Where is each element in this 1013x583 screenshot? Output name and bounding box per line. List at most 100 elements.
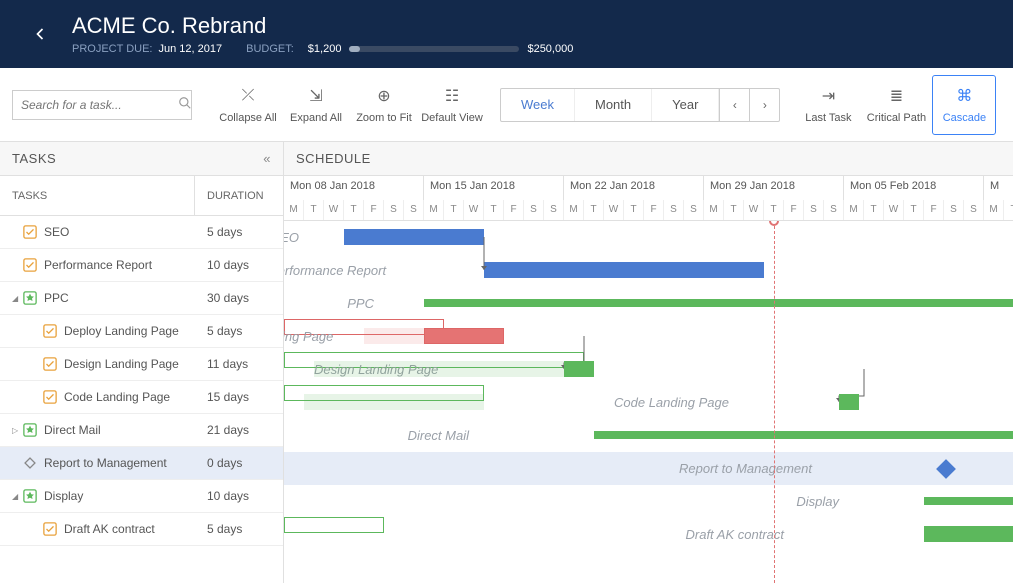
task-duration: 30 days <box>195 291 283 305</box>
task-duration: 10 days <box>195 258 283 272</box>
back-button[interactable] <box>16 10 64 58</box>
check-icon <box>43 324 57 338</box>
search-input[interactable] <box>12 90 192 120</box>
day-header: F <box>364 200 384 220</box>
gantt-task-label: Performance Report <box>284 254 369 287</box>
gantt-bar[interactable] <box>839 394 859 410</box>
week-header: Mon 05 Feb 2018 <box>844 176 984 200</box>
task-row[interactable]: ◢ PPC 30 days <box>0 282 283 315</box>
task-name: Code Landing Page <box>64 390 170 404</box>
day-header: M <box>844 200 864 220</box>
gantt-row: PPC <box>284 287 1013 320</box>
default-view-button[interactable]: ☷Default View <box>420 75 484 135</box>
gantt-row: Display <box>284 485 1013 518</box>
range-month[interactable]: Month <box>575 89 652 121</box>
gantt-row: SEO <box>284 221 1013 254</box>
gantt-bar[interactable] <box>424 299 1013 307</box>
zoom-fit-button[interactable]: ⊕Zoom to Fit <box>352 75 416 135</box>
range-prev[interactable]: ‹ <box>719 89 749 121</box>
task-duration: 5 days <box>195 324 283 338</box>
task-row[interactable]: Draft AK contract5 days <box>0 513 283 546</box>
cascade-icon: ⌘ <box>956 86 972 106</box>
last-task-icon: ⇥ <box>822 86 835 106</box>
expander-icon[interactable]: ◢ <box>12 492 20 501</box>
project-budget: BUDGET: $1,200 $250,000 <box>246 43 573 55</box>
day-header: T <box>484 200 504 220</box>
gantt-bar[interactable] <box>594 431 1013 439</box>
task-panel: TASKS « TASKS DURATION SEO 5 days Performa… <box>0 142 284 583</box>
gantt-chart[interactable]: SEOPerformance ReportPPCDeploy Landing P… <box>284 221 1013 583</box>
check-icon <box>23 258 37 272</box>
task-columns: TASKS DURATION <box>0 176 283 216</box>
day-header: S <box>944 200 964 220</box>
day-header: S <box>384 200 404 220</box>
task-row[interactable]: Design Landing Page 11 days <box>0 348 283 381</box>
task-row[interactable]: ◢Display10 days <box>0 480 283 513</box>
expander-icon[interactable]: ▷ <box>12 426 20 435</box>
task-duration: 5 days <box>195 225 283 239</box>
expander-icon[interactable]: ◢ <box>12 294 20 303</box>
expand-all-button[interactable]: ⇲Expand All <box>284 75 348 135</box>
budget-progress <box>349 46 519 52</box>
task-name: Report to Management <box>44 456 167 470</box>
task-duration: 21 days <box>195 423 283 437</box>
gantt-row: Report to Management <box>284 452 1013 485</box>
day-header: F <box>644 200 664 220</box>
gantt-bar[interactable] <box>564 361 594 377</box>
day-header: T <box>724 200 744 220</box>
view-icon: ☷ <box>445 86 459 106</box>
day-header: W <box>324 200 344 220</box>
cascade-button[interactable]: ⌘Cascade <box>932 75 996 135</box>
day-header: M <box>284 200 304 220</box>
task-row[interactable]: Deploy Landing Page5 days <box>0 315 283 348</box>
gantt-row: Code Landing Page <box>284 386 1013 419</box>
task-duration: 11 days <box>195 357 283 371</box>
task-duration: 15 days <box>195 390 283 404</box>
task-duration: 5 days <box>195 522 283 536</box>
schedule-header: SCHEDULE <box>284 142 1013 176</box>
task-row[interactable]: SEO 5 days <box>0 216 283 249</box>
task-name: Design Landing Page <box>64 357 179 371</box>
range-week[interactable]: Week <box>501 89 575 121</box>
range-year[interactable]: Year <box>652 89 719 121</box>
column-tasks[interactable]: TASKS <box>0 176 195 215</box>
task-name: PPC <box>44 291 69 305</box>
project-title: ACME Co. Rebrand <box>72 13 997 39</box>
gantt-bar[interactable] <box>484 262 764 278</box>
day-header: S <box>664 200 684 220</box>
task-row[interactable]: Performance Report 10 days <box>0 249 283 282</box>
day-header: S <box>404 200 424 220</box>
gantt-bar[interactable] <box>344 229 484 245</box>
schedule-panel: SCHEDULE Mon 08 Jan 2018Mon 15 Jan 2018M… <box>284 142 1013 583</box>
milestone-marker[interactable] <box>936 459 956 479</box>
day-header: T <box>444 200 464 220</box>
project-due: PROJECT DUE:Jun 12, 2017 <box>72 43 222 55</box>
star-icon <box>23 291 37 305</box>
task-row[interactable]: ▷Direct Mail21 days <box>0 414 283 447</box>
day-header: T <box>584 200 604 220</box>
week-header: Mon 08 Jan 2018 <box>284 176 424 200</box>
gantt-bar[interactable] <box>424 328 504 344</box>
toolbar: ⤫Collapse All ⇲Expand All ⊕Zoom to Fit ☷… <box>0 68 1013 142</box>
expand-icon: ⇲ <box>309 86 322 106</box>
gantt-bar[interactable] <box>924 497 1013 505</box>
column-duration[interactable]: DURATION <box>195 176 283 215</box>
gantt-bar[interactable] <box>924 526 1013 542</box>
task-name: SEO <box>44 225 69 239</box>
panel-collapse-button[interactable]: « <box>263 151 271 166</box>
day-header: F <box>924 200 944 220</box>
zoom-icon: ⊕ <box>377 86 390 106</box>
day-header: S <box>544 200 564 220</box>
task-row[interactable]: Code Landing Page 15 days <box>0 381 283 414</box>
check-icon <box>43 390 57 404</box>
collapse-all-button[interactable]: ⤫Collapse All <box>216 75 280 135</box>
last-task-button[interactable]: ⇥Last Task <box>796 75 860 135</box>
range-next[interactable]: › <box>749 89 779 121</box>
search-icon[interactable] <box>178 96 192 113</box>
gantt-task-label: Draft AK contract <box>684 518 784 551</box>
gantt-row: Deploy Landing Page <box>284 320 1013 353</box>
task-row[interactable]: Report to Management0 days <box>0 447 283 480</box>
today-indicator <box>774 221 775 583</box>
task-name: Performance Report <box>44 258 152 272</box>
critical-path-button[interactable]: ≣Critical Path <box>864 75 928 135</box>
